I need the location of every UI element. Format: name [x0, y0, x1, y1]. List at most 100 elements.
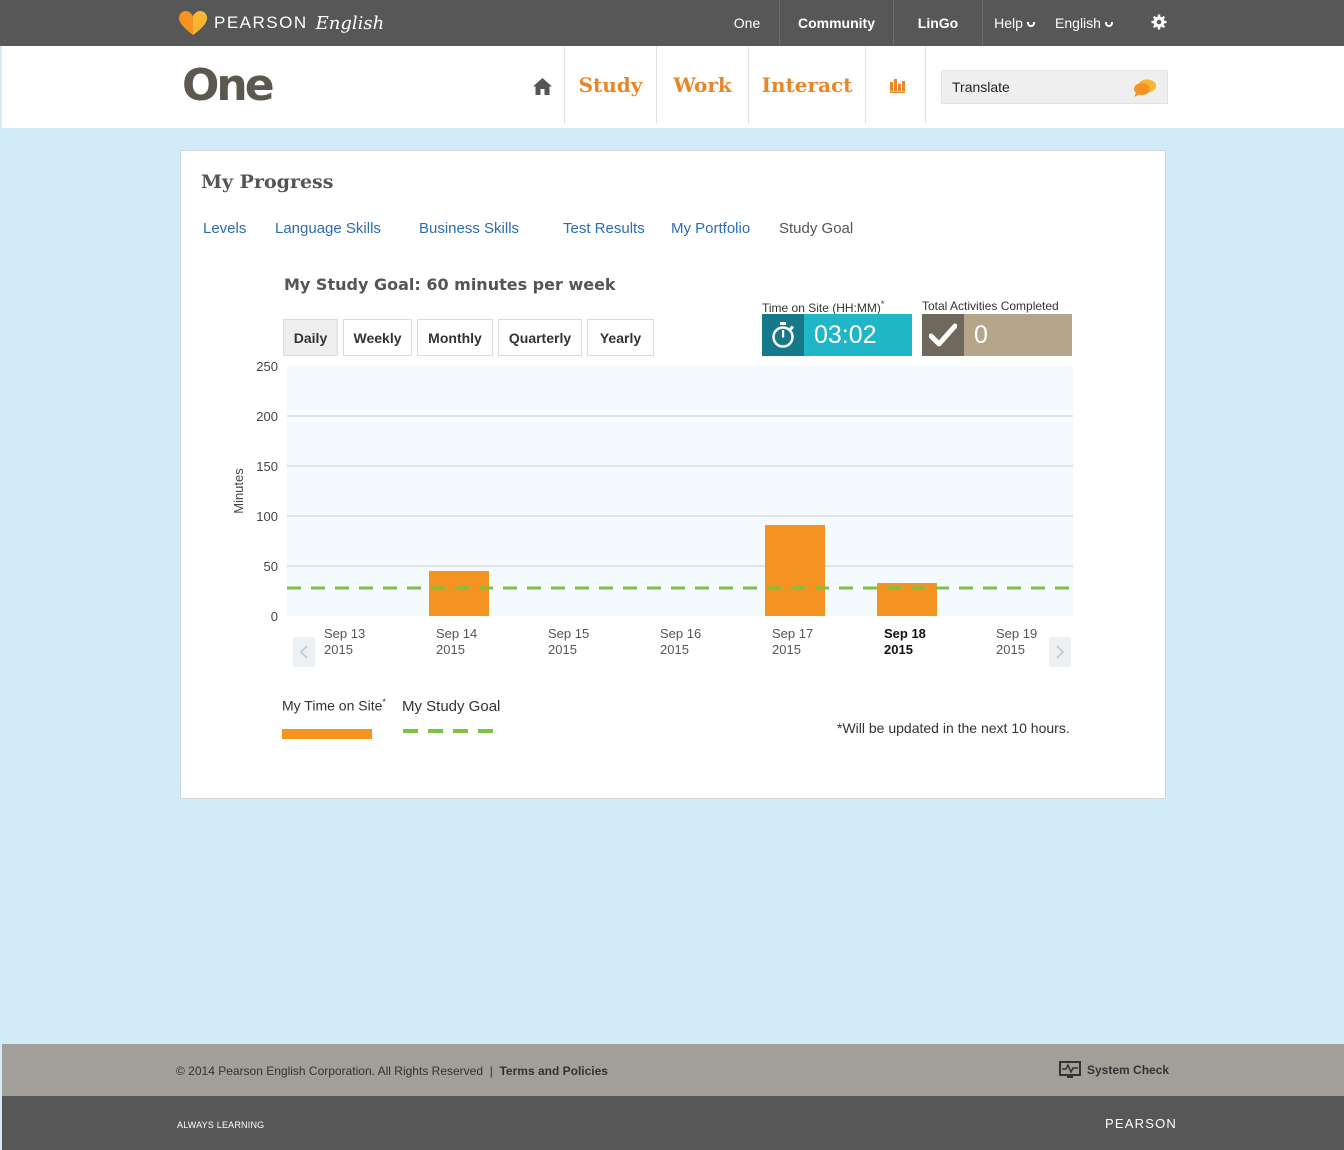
- topnav-help[interactable]: Help: [982, 0, 1046, 46]
- copyright: © 2014 Pearson English Corporation. All …: [176, 1064, 608, 1078]
- x-tick-label: 2015: [996, 642, 1025, 657]
- activities-label: Total Activities Completed: [922, 299, 1059, 313]
- study-chart: 0 50 100 150 200 250 Minutes Sep 13 2015 Sep 14 20…: [221, 356, 1131, 676]
- time-on-site-label: Time on Site (HH:MM)*: [762, 299, 884, 315]
- tab-study-goal[interactable]: Study Goal: [779, 220, 853, 237]
- chart-next-button[interactable]: [1049, 637, 1071, 667]
- bar: [429, 571, 489, 616]
- chevron-down-icon: [1104, 21, 1113, 27]
- x-tick-label: Sep 17: [772, 626, 813, 641]
- translate-box[interactable]: [941, 70, 1168, 104]
- nav-work[interactable]: Work: [656, 46, 748, 124]
- study-chart-svg: 050100150200250MinutesSep 132015Sep 1420…: [231, 359, 1073, 667]
- y-tick-label: 150: [256, 459, 278, 474]
- plot-area: [287, 366, 1073, 616]
- y-tick-label: 0: [271, 609, 278, 624]
- legend-time-asterisk: *: [382, 697, 386, 707]
- checkmark-icon: [922, 314, 964, 356]
- bar: [765, 525, 825, 616]
- legend-goal-swatch: [403, 729, 495, 733]
- x-tick-label: Sep 14: [436, 626, 477, 641]
- always-learning-tagline: ALWAYS LEARNING: [177, 1120, 265, 1130]
- x-tick-label: 2015: [548, 642, 577, 657]
- main-header: One Study Work Interact: [2, 46, 1344, 128]
- terms-link[interactable]: Terms and Policies: [499, 1064, 608, 1078]
- x-tick-label: Sep 13: [324, 626, 365, 641]
- x-tick-label: 2015: [772, 642, 801, 657]
- x-tick-label: Sep 16: [660, 626, 701, 641]
- topnav-community[interactable]: Community: [779, 0, 893, 46]
- time-on-site-asterisk: *: [880, 299, 885, 309]
- legend-time-label: My Time on Site*: [282, 697, 386, 714]
- home-icon[interactable]: [533, 78, 552, 95]
- pearson-footer-logo[interactable]: PEARSON: [1105, 1116, 1177, 1131]
- bar-chart-icon[interactable]: [890, 79, 905, 93]
- chevron-down-icon: [1026, 21, 1035, 27]
- one-logo[interactable]: One: [182, 60, 275, 111]
- x-tick-label: 2015: [660, 642, 689, 657]
- translate-input[interactable]: [952, 79, 1122, 95]
- nav-study[interactable]: Study: [564, 46, 656, 124]
- nav-interact[interactable]: Interact: [748, 46, 865, 124]
- top-bar: PEARSON English One Community LinGo Help…: [0, 0, 1344, 46]
- brand-word: PEARSON: [214, 13, 308, 32]
- brand-script: English: [315, 12, 385, 34]
- period-daily-button[interactable]: Daily: [283, 319, 338, 356]
- time-on-site-value: 03:02: [814, 320, 877, 349]
- stopwatch-icon: [762, 314, 804, 356]
- speech-bubble-icon[interactable]: [1133, 79, 1157, 97]
- legend-time-text: My Time on Site: [282, 697, 383, 714]
- help-label: Help: [994, 15, 1023, 31]
- y-tick-label: 200: [256, 409, 278, 424]
- footer-bottom: ALWAYS LEARNING PEARSON: [2, 1096, 1344, 1150]
- y-tick-label: 100: [256, 509, 278, 524]
- time-on-site-box: 03:02: [762, 314, 912, 356]
- system-check-label: System Check: [1087, 1063, 1170, 1077]
- legend-time-swatch: [282, 729, 372, 739]
- copyright-text: © 2014 Pearson English Corporation. All …: [176, 1064, 484, 1078]
- top-nav: One Community LinGo Help English: [715, 0, 1122, 46]
- x-tick-label: 2015: [884, 642, 913, 657]
- update-footnote: *Will be updated in the next 10 hours.: [837, 720, 1070, 736]
- footer-top: © 2014 Pearson English Corporation. All …: [2, 1044, 1344, 1096]
- chart-prev-button[interactable]: [293, 637, 315, 667]
- tab-business-skills[interactable]: Business Skills: [419, 220, 519, 237]
- tab-language-skills[interactable]: Language Skills: [275, 220, 381, 237]
- x-tick-label: Sep 18: [884, 626, 926, 641]
- main-nav: Study Work Interact: [564, 46, 926, 124]
- x-tick-label: 2015: [436, 642, 465, 657]
- monitor-pulse-icon: [1059, 1061, 1081, 1079]
- x-tick-label: Sep 19: [996, 626, 1037, 641]
- tab-test-results[interactable]: Test Results: [563, 220, 645, 237]
- study-goal-title: My Study Goal: 60 minutes per week: [284, 275, 616, 294]
- time-on-site-label-text: Time on Site (HH:MM): [762, 301, 881, 315]
- y-tick-label: 50: [264, 559, 278, 574]
- y-axis-label: Minutes: [231, 468, 246, 514]
- bar: [877, 583, 937, 616]
- activities-value: 0: [974, 320, 988, 349]
- footer-divider: |: [489, 1064, 493, 1078]
- tab-levels[interactable]: Levels: [203, 220, 246, 237]
- gear-icon[interactable]: [1151, 14, 1167, 30]
- legend-goal-label: My Study Goal: [402, 698, 501, 715]
- topnav-one[interactable]: One: [715, 0, 779, 46]
- tab-my-portfolio[interactable]: My Portfolio: [671, 220, 750, 237]
- x-tick-label: Sep 15: [548, 626, 589, 641]
- y-tick-label: 250: [256, 359, 278, 374]
- system-check-link[interactable]: System Check: [1059, 1061, 1169, 1079]
- topnav-lingo[interactable]: LinGo: [893, 0, 982, 46]
- topnav-language[interactable]: English: [1046, 0, 1122, 46]
- page-title: My Progress: [201, 171, 334, 193]
- x-tick-label: 2015: [324, 642, 353, 657]
- period-quarterly-button[interactable]: Quarterly: [498, 319, 582, 356]
- language-label: English: [1055, 15, 1101, 31]
- activities-box: 0: [922, 314, 1072, 356]
- period-monthly-button[interactable]: Monthly: [417, 319, 493, 356]
- period-selector: Daily Weekly Monthly Quarterly Yearly: [283, 319, 659, 356]
- progress-tabs: Levels Language Skills Business Skills T…: [181, 220, 1167, 240]
- period-yearly-button[interactable]: Yearly: [587, 319, 654, 356]
- period-weekly-button[interactable]: Weekly: [343, 319, 412, 356]
- pearson-english-brand[interactable]: PEARSON English: [178, 8, 384, 38]
- progress-card: My Progress Levels Language Skills Busin…: [180, 150, 1166, 799]
- heart-logo-icon: [178, 10, 208, 36]
